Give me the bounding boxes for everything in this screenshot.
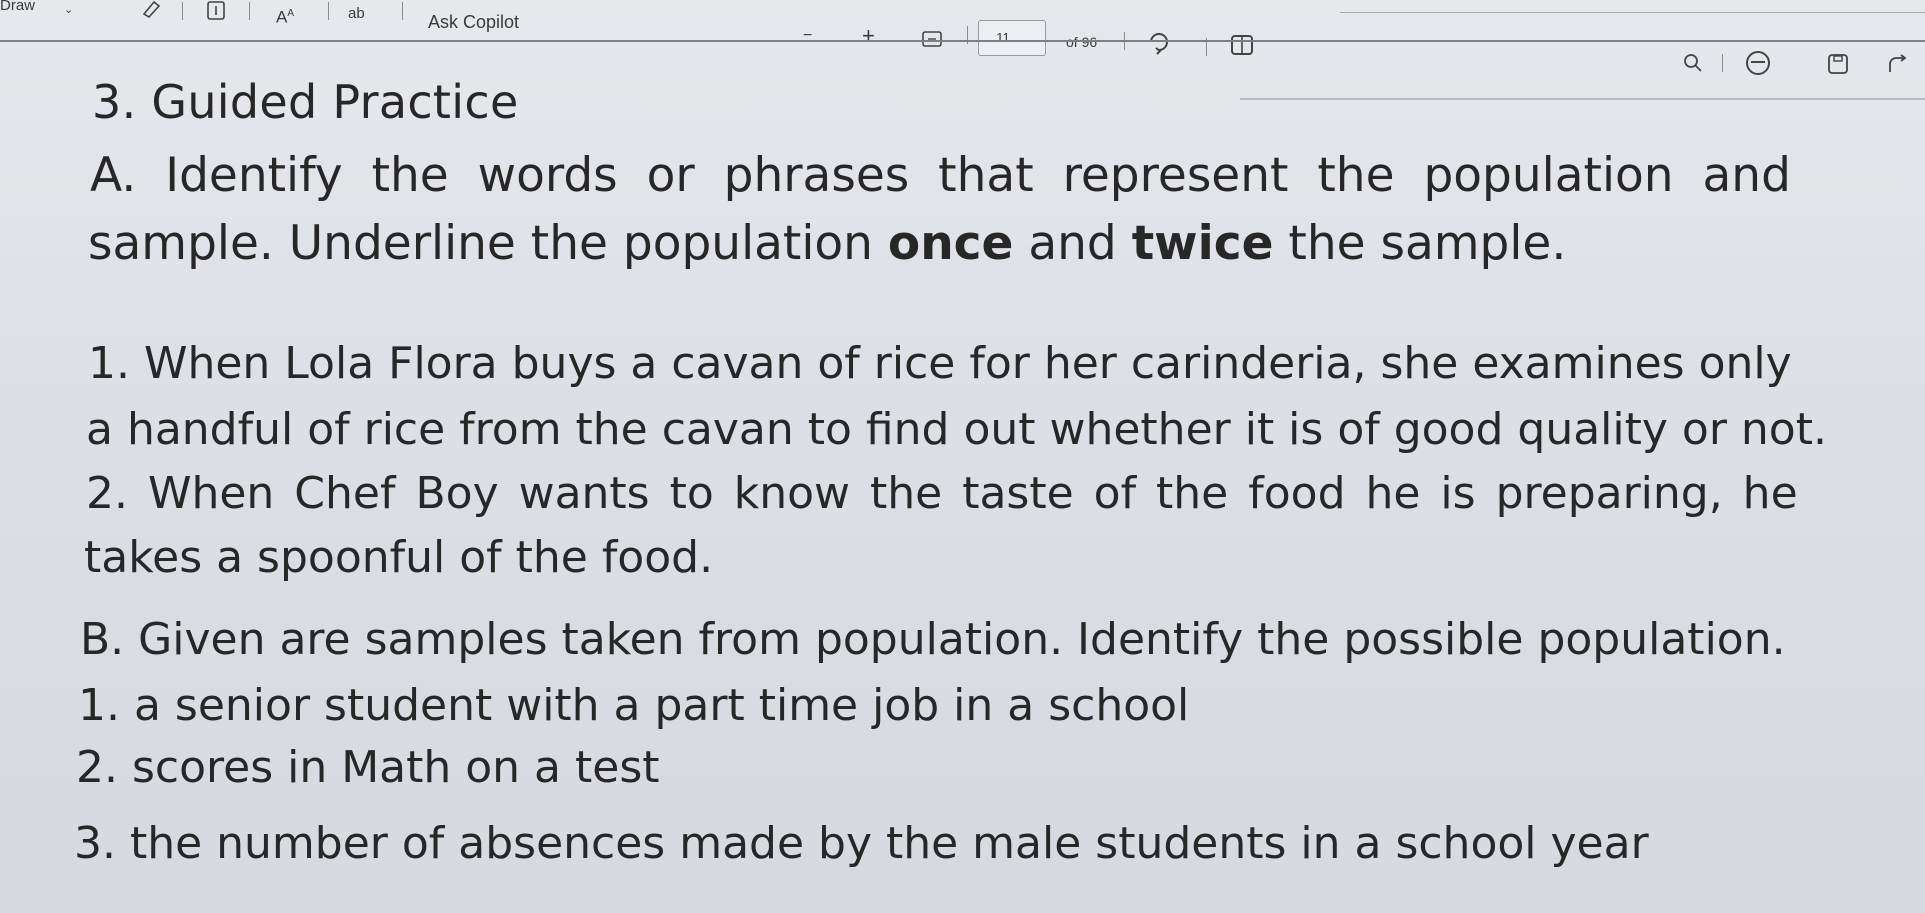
- section-a-item-1-line2: a handful of rice from the cavan to find…: [86, 404, 1827, 455]
- section-b-item-3: 3. the number of absences made by the ma…: [74, 818, 1649, 869]
- section-a-instruction-line2: sample. Underline the population once an…: [88, 216, 1567, 271]
- pdf-page: 3. Guided Practice A. Identify the words…: [0, 0, 1925, 913]
- section-a-item-1-line1: 1. When Lola Flora buys a cavan of rice …: [88, 338, 1792, 389]
- section-b-item-2: 2. scores in Math on a test: [76, 742, 660, 793]
- section-a-instruction-line1: A. Identify the words or phrases that re…: [90, 148, 1791, 203]
- section-a-item-2-line2: takes a spoonful of the food.: [84, 532, 714, 583]
- section-b-item-1: 1. a senior student with a part time job…: [78, 680, 1190, 731]
- section-b-instruction: B. Given are samples taken from populati…: [80, 614, 1786, 665]
- emphasis-twice: twice: [1131, 216, 1274, 271]
- page-heading: 3. Guided Practice: [92, 75, 519, 129]
- emphasis-once: once: [887, 216, 1014, 271]
- section-a-item-2-line1: 2. When Chef Boy wants to know the taste…: [86, 468, 1798, 519]
